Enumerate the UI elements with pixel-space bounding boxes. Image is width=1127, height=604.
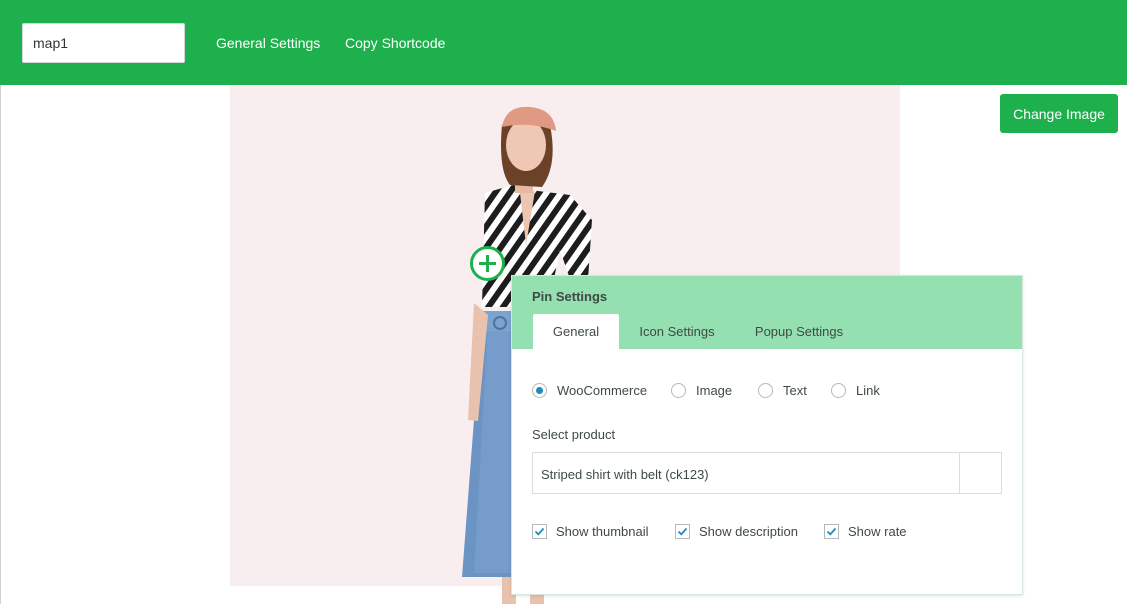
tab-icon-settings[interactable]: Icon Settings <box>638 314 716 349</box>
checkmark-icon <box>826 527 837 536</box>
select-dropdown-toggle[interactable] <box>959 453 1001 493</box>
checkbox-label: Show rate <box>848 524 907 539</box>
select-product-label: Select product <box>532 427 616 442</box>
pin-marker[interactable] <box>470 246 505 281</box>
top-toolbar: General Settings Copy Shortcode <box>0 0 1127 85</box>
pin-settings-title: Pin Settings <box>532 289 608 304</box>
product-select[interactable]: Striped shirt with belt (ck123) <box>532 452 1002 494</box>
display-options: Show thumbnail Show description Show rat… <box>532 524 1012 540</box>
pin-type-radio-group: WooCommerce Image Text Link <box>532 382 1012 400</box>
radio-label: Image <box>696 383 733 398</box>
radio-selected-dot <box>536 387 543 394</box>
checkmark-icon <box>677 527 688 536</box>
radio-circle <box>758 383 773 398</box>
checkbox-box <box>675 524 690 539</box>
pin-settings-header: Pin Settings General Icon Settings Popup… <box>512 276 1022 349</box>
change-image-button[interactable]: Change Image <box>1000 94 1118 133</box>
checkbox-box <box>824 524 839 539</box>
general-settings-link[interactable]: General Settings <box>216 35 320 51</box>
left-border <box>0 85 1 604</box>
radio-circle <box>671 383 686 398</box>
radio-circle <box>532 383 547 398</box>
checkmark-icon <box>534 527 545 536</box>
tab-general[interactable]: General <box>533 314 619 349</box>
radio-label: Link <box>856 383 880 398</box>
radio-label: WooCommerce <box>557 383 648 398</box>
map-name-input[interactable] <box>22 23 185 63</box>
selected-product-value: Striped shirt with belt (ck123) <box>541 467 709 482</box>
checkbox-box <box>532 524 547 539</box>
radio-circle <box>831 383 846 398</box>
checkbox-label: Show thumbnail <box>556 524 649 539</box>
pin-settings-panel: Pin Settings General Icon Settings Popup… <box>511 275 1023 595</box>
checkbox-label: Show description <box>699 524 798 539</box>
radio-label: Text <box>783 383 807 398</box>
tab-popup-settings[interactable]: Popup Settings <box>754 314 844 349</box>
copy-shortcode-link[interactable]: Copy Shortcode <box>345 35 445 51</box>
plus-circle-icon <box>479 255 496 272</box>
